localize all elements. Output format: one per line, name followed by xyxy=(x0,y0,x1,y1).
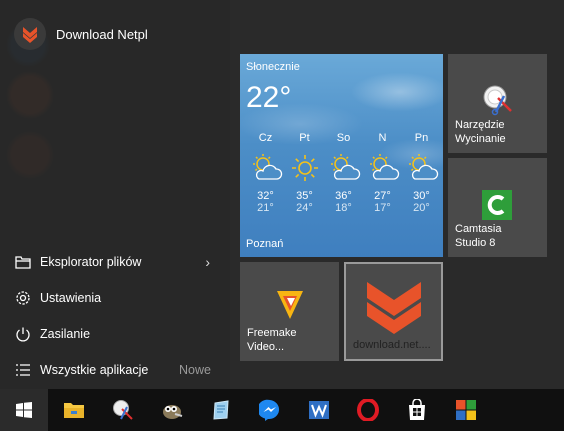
weather-temperature: 22° xyxy=(246,81,292,114)
day-name: N xyxy=(378,132,387,144)
gear-icon xyxy=(14,289,32,307)
day-name: Cz xyxy=(258,132,273,144)
day-high: 27° xyxy=(374,190,391,202)
gimp-icon[interactable] xyxy=(150,389,194,431)
chevron-right-icon[interactable]: › xyxy=(205,254,210,270)
menu-item-power[interactable]: Zasilanie xyxy=(0,316,230,352)
user-account[interactable]: Download Netpl xyxy=(14,18,148,50)
day-low: 24° xyxy=(296,202,313,214)
file-explorer-icon[interactable] xyxy=(52,389,96,431)
snipping-tool-icon[interactable] xyxy=(101,389,145,431)
taskbar xyxy=(0,389,564,431)
list-icon xyxy=(14,361,32,379)
partly-cloudy-icon xyxy=(363,146,402,190)
menu-item-label: Zasilanie xyxy=(40,327,91,341)
day-low: 18° xyxy=(335,202,352,214)
day-low: 17° xyxy=(374,202,391,214)
notepad-icon[interactable] xyxy=(199,389,243,431)
tile-label: download.net.... xyxy=(353,339,431,351)
start-left-menu: Eksplorator plików › Ustawienia Zasilani… xyxy=(0,244,230,388)
tile-camtasia[interactable]: Camtasia Studio 8 xyxy=(448,158,547,257)
messenger-icon[interactable] xyxy=(248,389,292,431)
forecast-day: Pt 35° 24° xyxy=(285,132,324,214)
windows-start-icon[interactable] xyxy=(0,389,48,431)
forecast-day: Cz 32° 21° xyxy=(246,132,285,214)
day-high: 30° xyxy=(413,190,430,202)
menu-item-settings[interactable]: Ustawienia xyxy=(0,280,230,316)
day-name: Pt xyxy=(299,132,310,144)
day-low: 20° xyxy=(413,202,430,214)
menu-item-label: Ustawienia xyxy=(40,291,102,305)
day-name: So xyxy=(336,132,351,144)
partly-cloudy-icon xyxy=(246,146,285,190)
day-name: Pn xyxy=(414,132,429,144)
new-badge: Nowe xyxy=(179,363,211,377)
menu-item-label: Wszystkie aplikacje xyxy=(40,363,149,377)
camtasia-icon xyxy=(482,190,512,225)
day-high: 36° xyxy=(335,190,352,202)
downloadnet-chevrons-icon xyxy=(14,18,46,50)
weather-city: Poznań xyxy=(246,238,284,250)
folder-icon xyxy=(14,253,32,271)
menu-item-file-explorer[interactable]: Eksplorator plików › xyxy=(0,244,230,280)
weather-forecast: Cz 32° 21° Pt 35° 24° So 36° 18° N 27° 1… xyxy=(246,132,441,214)
day-high: 35° xyxy=(296,190,313,202)
partly-cloudy-icon xyxy=(324,146,363,190)
freemake-icon xyxy=(276,290,304,325)
forecast-day: Pn 30° 20° xyxy=(402,132,441,214)
tile-snipping-tool[interactable]: Narzędzie Wycinanie xyxy=(448,54,547,153)
office-icon[interactable] xyxy=(444,389,488,431)
partly-cloudy-icon xyxy=(402,146,441,190)
day-high: 32° xyxy=(257,190,274,202)
weather-tile[interactable]: Słonecznie 22° Cz 32° 21° Pt 35° 24° So xyxy=(240,54,443,257)
menu-item-label: Eksplorator plików xyxy=(40,255,142,269)
start-menu: Download Netpl Eksplorator plików › Usta… xyxy=(0,0,564,389)
wps-writer-icon[interactable] xyxy=(297,389,341,431)
tile-freemake-video[interactable]: Freemake Video... xyxy=(240,262,339,361)
opera-icon[interactable] xyxy=(346,389,390,431)
user-name: Download Netpl xyxy=(56,26,148,42)
tile-downloadnet[interactable]: download.net.... xyxy=(344,262,443,361)
power-icon xyxy=(14,325,32,343)
scissors-icon xyxy=(482,84,514,121)
weather-condition: Słonecznie xyxy=(246,61,300,73)
tile-label: Narzędzie Wycinanie xyxy=(455,119,506,145)
store-icon[interactable] xyxy=(395,389,439,431)
day-low: 21° xyxy=(257,202,274,214)
sun-icon xyxy=(285,146,324,190)
downloadnet-chevrons-icon xyxy=(365,278,423,341)
forecast-day: So 36° 18° xyxy=(324,132,363,214)
forecast-day: N 27° 17° xyxy=(363,132,402,214)
tile-label: Camtasia Studio 8 xyxy=(455,223,502,249)
menu-item-all-apps[interactable]: Wszystkie aplikacje Nowe xyxy=(0,352,230,388)
tile-label: Freemake Video... xyxy=(247,327,297,353)
